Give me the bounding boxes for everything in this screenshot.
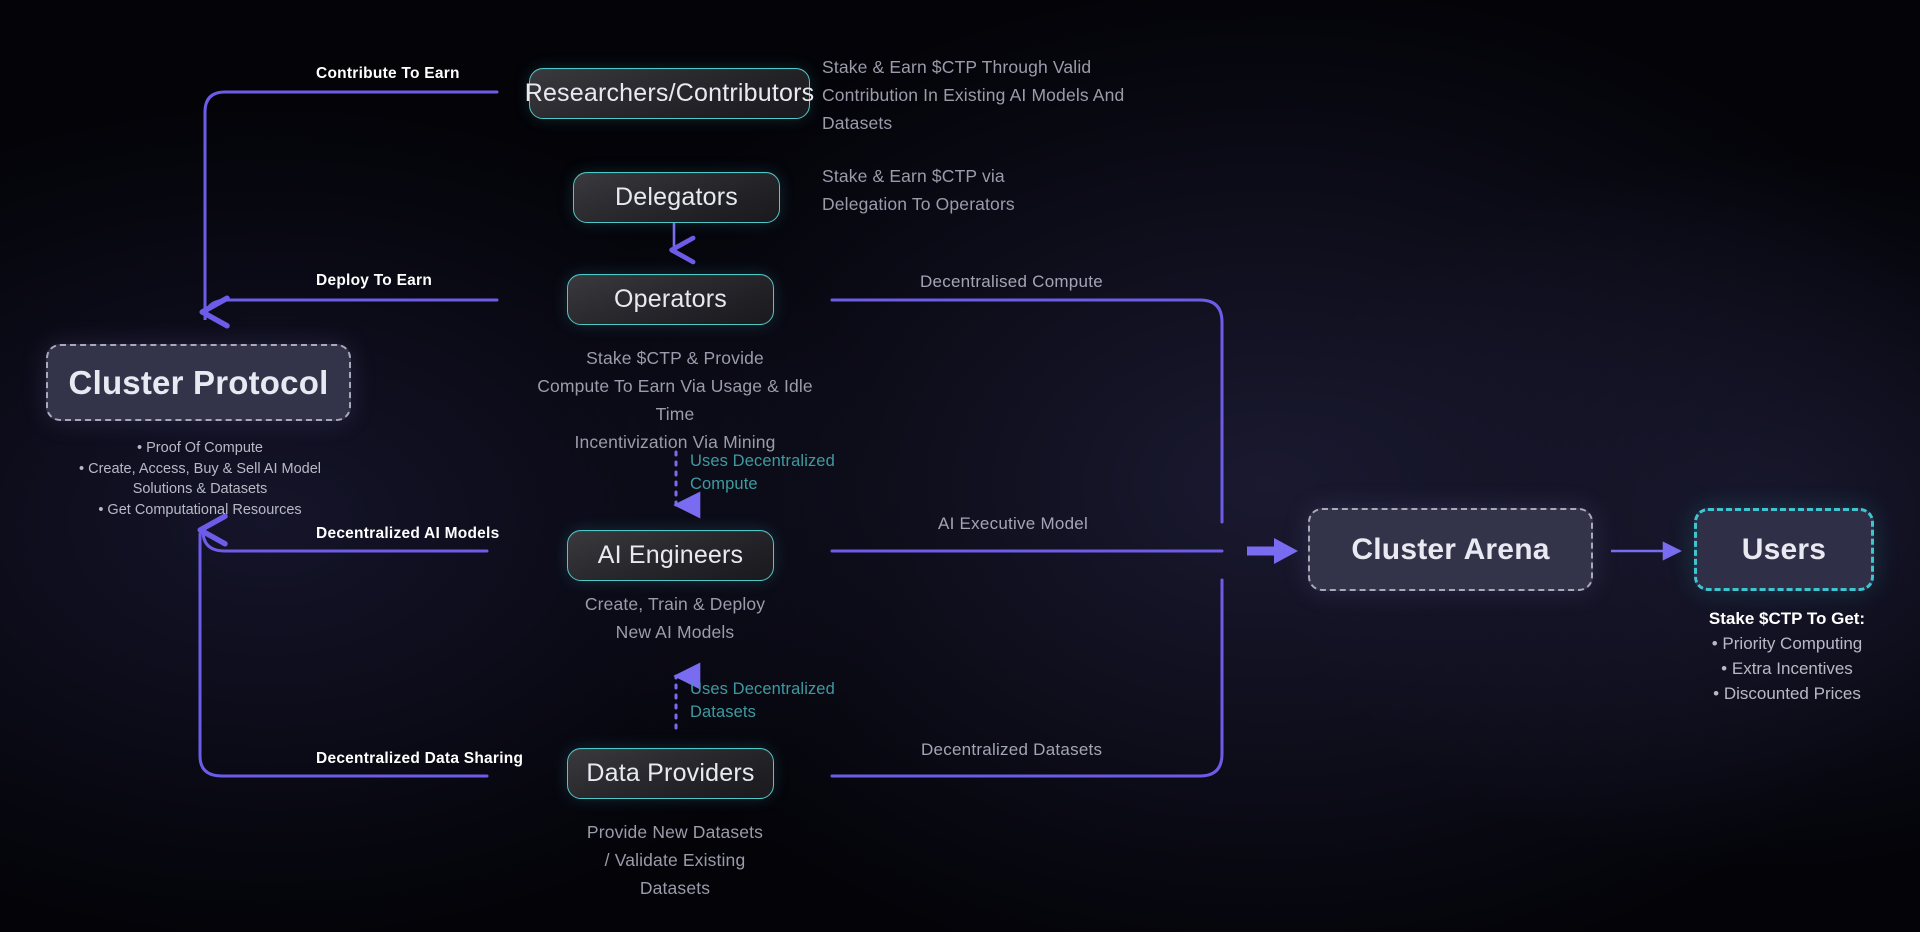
- bullet-text: Solutions & Datasets: [132, 481, 268, 497]
- edge-deploy-to-earn: [203, 298, 499, 321]
- note-uses-decentralized-compute-line-2: Compute: [690, 475, 758, 493]
- desc-delegators-line-2: Delegation To Operators: [822, 194, 1015, 214]
- node-delegators-label: Delegators: [615, 183, 738, 211]
- list-item: • Discounted Prices: [1672, 681, 1902, 706]
- diagram-canvas: Cluster Protocol Researchers/Contributor…: [0, 0, 1920, 932]
- node-operators[interactable]: Operators: [567, 274, 774, 325]
- users-benefits: Stake $CTP To Get: • Priority Computing …: [1672, 606, 1902, 706]
- desc-researchers-line-1: Stake & Earn $CTP Through Valid: [822, 57, 1092, 77]
- note-uses-decentralized-datasets: Uses Decentralized Datasets: [690, 678, 900, 724]
- node-ai-engineers[interactable]: AI Engineers: [567, 530, 774, 581]
- desc-operators: Stake $CTP & Provide Compute To Earn Via…: [520, 344, 830, 456]
- desc-researchers: Stake & Earn $CTP Through Valid Contribu…: [822, 53, 1142, 137]
- bullet-text: Discounted Prices: [1723, 684, 1861, 703]
- users-benefits-heading: Stake $CTP To Get:: [1708, 609, 1866, 628]
- list-item: • Extra Incentives: [1672, 656, 1902, 681]
- desc-delegators: Stake & Earn $CTP via Delegation To Oper…: [822, 162, 1122, 218]
- edge-label-deploy-to-earn: Deploy To Earn: [316, 272, 433, 289]
- bullet-dot-icon: •: [78, 460, 89, 477]
- list-item: Solutions & Datasets: [40, 479, 360, 500]
- desc-operators-line-1: Stake $CTP & Provide: [586, 348, 764, 368]
- edge-label-decentralised-compute: Decentralised Compute: [920, 272, 1103, 291]
- desc-data-providers: Provide New Datasets / Validate Existing…: [520, 818, 830, 902]
- node-users-label: Users: [1741, 532, 1827, 566]
- edge-label-decentralized-data-sharing: Decentralized Data Sharing: [316, 750, 524, 767]
- list-item: • Proof Of Compute: [40, 438, 360, 459]
- arrow-into-cluster-arena: [1247, 538, 1298, 564]
- list-item: • Get Computational Resources: [40, 500, 360, 521]
- node-cluster-arena[interactable]: Cluster Arena: [1308, 508, 1593, 591]
- note-uses-decentralized-datasets-line-2: Datasets: [690, 703, 756, 721]
- list-item: • Priority Computing: [1672, 631, 1902, 656]
- desc-delegators-line-1: Stake & Earn $CTP via: [822, 166, 1005, 186]
- bullet-dot-icon: •: [1713, 684, 1724, 703]
- node-researchers[interactable]: Researchers/Contributors: [525, 68, 814, 119]
- desc-ai-engineers-line-1: Create, Train & Deploy: [584, 594, 766, 614]
- bullet-dot-icon: •: [1721, 659, 1732, 678]
- note-uses-decentralized-compute: Uses Decentralized Compute: [690, 450, 900, 496]
- node-operators-label: Operators: [614, 285, 727, 313]
- edge-label-decentralized-ai-models: Decentralized AI Models: [316, 525, 500, 542]
- desc-ai-engineers: Create, Train & Deploy New AI Models: [520, 590, 830, 646]
- bullet-dot-icon: •: [137, 440, 147, 456]
- desc-researchers-line-2: Contribution In Existing AI Models And: [822, 85, 1125, 105]
- note-uses-decentralized-datasets-line-1: Uses Decentralized: [690, 680, 835, 698]
- bullet-text: Proof Of Compute: [146, 440, 263, 456]
- bullet-text: Priority Computing: [1722, 634, 1863, 653]
- edge-label-decentralized-datasets: Decentralized Datasets: [921, 740, 1103, 759]
- bullet-text: Extra Incentives: [1731, 659, 1853, 678]
- node-researchers-label: Researchers/Contributors: [524, 79, 815, 107]
- bullet-text: Create, Access, Buy & Sell AI Model: [88, 460, 322, 477]
- cluster-protocol-bullets: • Proof Of Compute • Create, Access, Buy…: [40, 438, 360, 520]
- edge-label-contribute-to-earn: Contribute To Earn: [316, 65, 460, 82]
- note-uses-decentralized-compute-line-1: Uses Decentralized: [690, 452, 835, 470]
- desc-researchers-line-3: Datasets: [822, 113, 893, 133]
- bullet-dot-icon: •: [1711, 634, 1723, 653]
- list-item: • Create, Access, Buy & Sell AI Model: [40, 459, 360, 480]
- node-users[interactable]: Users: [1694, 508, 1874, 591]
- desc-operators-line-2: Compute To Earn Via Usage & Idle Time: [537, 376, 813, 424]
- node-cluster-arena-label: Cluster Arena: [1351, 532, 1550, 566]
- desc-data-providers-line-3: Datasets: [639, 878, 711, 898]
- desc-ai-engineers-line-2: New AI Models: [615, 622, 735, 642]
- desc-data-providers-line-1: Provide New Datasets: [586, 822, 764, 842]
- node-data-providers-label: Data Providers: [586, 759, 755, 787]
- node-cluster-protocol-label: Cluster Protocol: [68, 363, 329, 401]
- edge-decentralized-data-sharing: [198, 532, 489, 778]
- bullet-text: Get Computational Resources: [107, 501, 302, 518]
- node-delegators[interactable]: Delegators: [573, 172, 780, 223]
- desc-data-providers-line-2: / Validate Existing: [604, 850, 746, 870]
- node-ai-engineers-label: AI Engineers: [597, 541, 744, 569]
- node-data-providers[interactable]: Data Providers: [567, 748, 774, 799]
- edge-label-ai-executive-model: AI Executive Model: [938, 514, 1089, 533]
- node-cluster-protocol[interactable]: Cluster Protocol: [46, 344, 351, 421]
